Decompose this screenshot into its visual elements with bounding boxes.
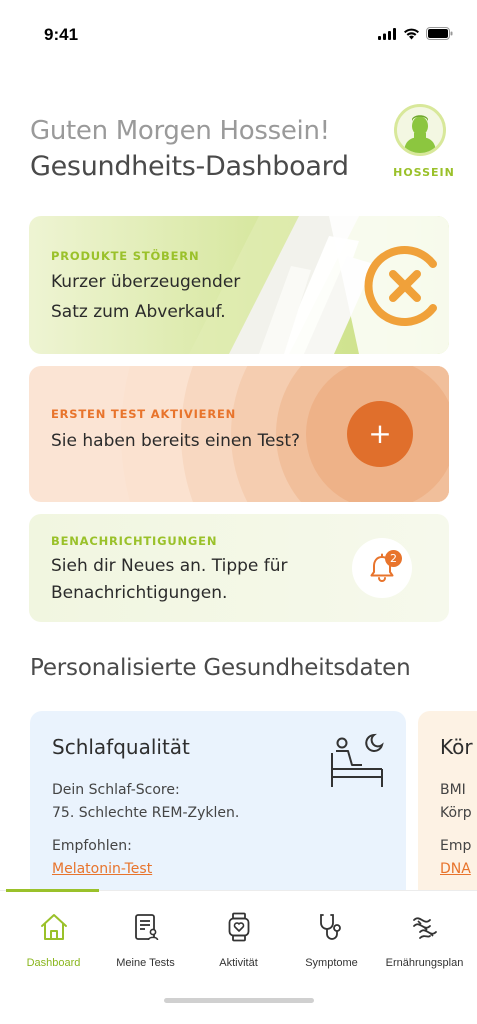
bmi-value: Körp <box>440 805 472 821</box>
status-time: 9:41 <box>44 25 79 44</box>
card-text-notifications-line2: Benachrichtigungen. <box>51 583 228 603</box>
wifi-icon <box>404 28 419 39</box>
tab-label: Meine Tests <box>116 957 175 969</box>
bottom-tab-bar: Dashboard Meine Tests Aktivität Symptome… <box>0 889 477 1024</box>
signal-icon <box>378 27 396 40</box>
recommend-label: Empfohlen: <box>52 838 132 854</box>
card-title: Schlafqualität <box>52 735 190 759</box>
card-text-products-line2: Satz zum Abverkauf. <box>51 302 226 322</box>
battery-icon <box>426 27 453 40</box>
tab-label: Aktivität <box>219 957 258 969</box>
brand-logo-icon <box>364 246 437 326</box>
dna-icon <box>412 917 437 939</box>
tab-label: Ernährungsplan <box>385 957 464 969</box>
tab-label: Dashboard <box>26 957 81 969</box>
profile-avatar[interactable] <box>393 104 447 156</box>
bmi-label: BMI <box>440 782 466 798</box>
smartwatch-icon <box>228 912 249 942</box>
tab-label: Symptome <box>305 957 358 969</box>
notification-badge: 2 <box>385 550 402 567</box>
avatar[interactable] <box>394 104 446 156</box>
plus-icon: + <box>368 417 392 450</box>
body-card[interactable]: Kör BMI Körp Emp DNA <box>418 711 477 901</box>
sleep-score-label: Dein Schlaf-Score: <box>52 782 180 798</box>
card-title: Kör <box>440 735 473 759</box>
notifications-bell-button[interactable]: 2 <box>352 538 412 598</box>
card-text-activate: Sie haben bereits einen Test? <box>51 431 301 451</box>
home-indicator <box>164 998 314 1003</box>
active-tab-indicator <box>6 889 99 892</box>
status-icons <box>378 27 453 40</box>
tests-document-icon <box>134 914 158 941</box>
status-bar: 9:41 <box>0 0 477 60</box>
sleep-quality-card[interactable]: Schlafqualität Dein Schlaf-Score: 75. Sc… <box>30 711 406 901</box>
avatar-name: HOSSEIN <box>393 166 455 179</box>
tab-dashboard[interactable]: Dashboard <box>6 909 101 969</box>
home-icon <box>40 914 67 940</box>
tab-symptome[interactable]: Symptome <box>284 909 379 969</box>
stethoscope-icon <box>319 914 341 940</box>
greeting-text: Guten Morgen Hossein! <box>30 116 330 146</box>
section-title: Personalisierte Gesundheitsdaten <box>30 655 411 681</box>
tab-ernaehrungsplan[interactable]: Ernährungsplan <box>377 909 472 969</box>
tab-meine-tests[interactable]: Meine Tests <box>98 909 193 969</box>
sleep-bed-icon <box>331 733 384 787</box>
dna-test-link[interactable]: DNA <box>440 861 471 877</box>
melatonin-test-link[interactable]: Melatonin-Test <box>52 861 152 877</box>
sleep-score-value: 75. Schlechte REM-Zyklen. <box>52 805 240 821</box>
recommend-label: Emp <box>440 838 472 854</box>
card-label-products: PRODUKTE STÖBERN <box>51 249 200 263</box>
card-label-activate: ERSTEN TEST AKTIVIEREN <box>51 407 237 421</box>
activate-test-card[interactable]: + ERSTEN TEST AKTIVIEREN Sie haben berei… <box>29 366 449 502</box>
card-text-notifications-line1: Sieh dir Neues an. Tippe für <box>51 556 288 576</box>
card-label-notifications: BENACHRICHTIGUNGEN <box>51 534 218 548</box>
browse-products-card[interactable]: PRODUKTE STÖBERN Kurzer überzeugender Sa… <box>29 216 449 354</box>
tab-aktivitaet[interactable]: Aktivität <box>191 909 286 969</box>
add-test-button[interactable]: + <box>347 401 413 467</box>
page-title: Gesundheits-Dashboard <box>30 151 349 182</box>
user-avatar-icon <box>404 115 436 153</box>
notifications-card[interactable]: BENACHRICHTIGUNGEN Sieh dir Neues an. Ti… <box>29 514 449 622</box>
card-text-products-line1: Kurzer überzeugender <box>51 272 241 292</box>
